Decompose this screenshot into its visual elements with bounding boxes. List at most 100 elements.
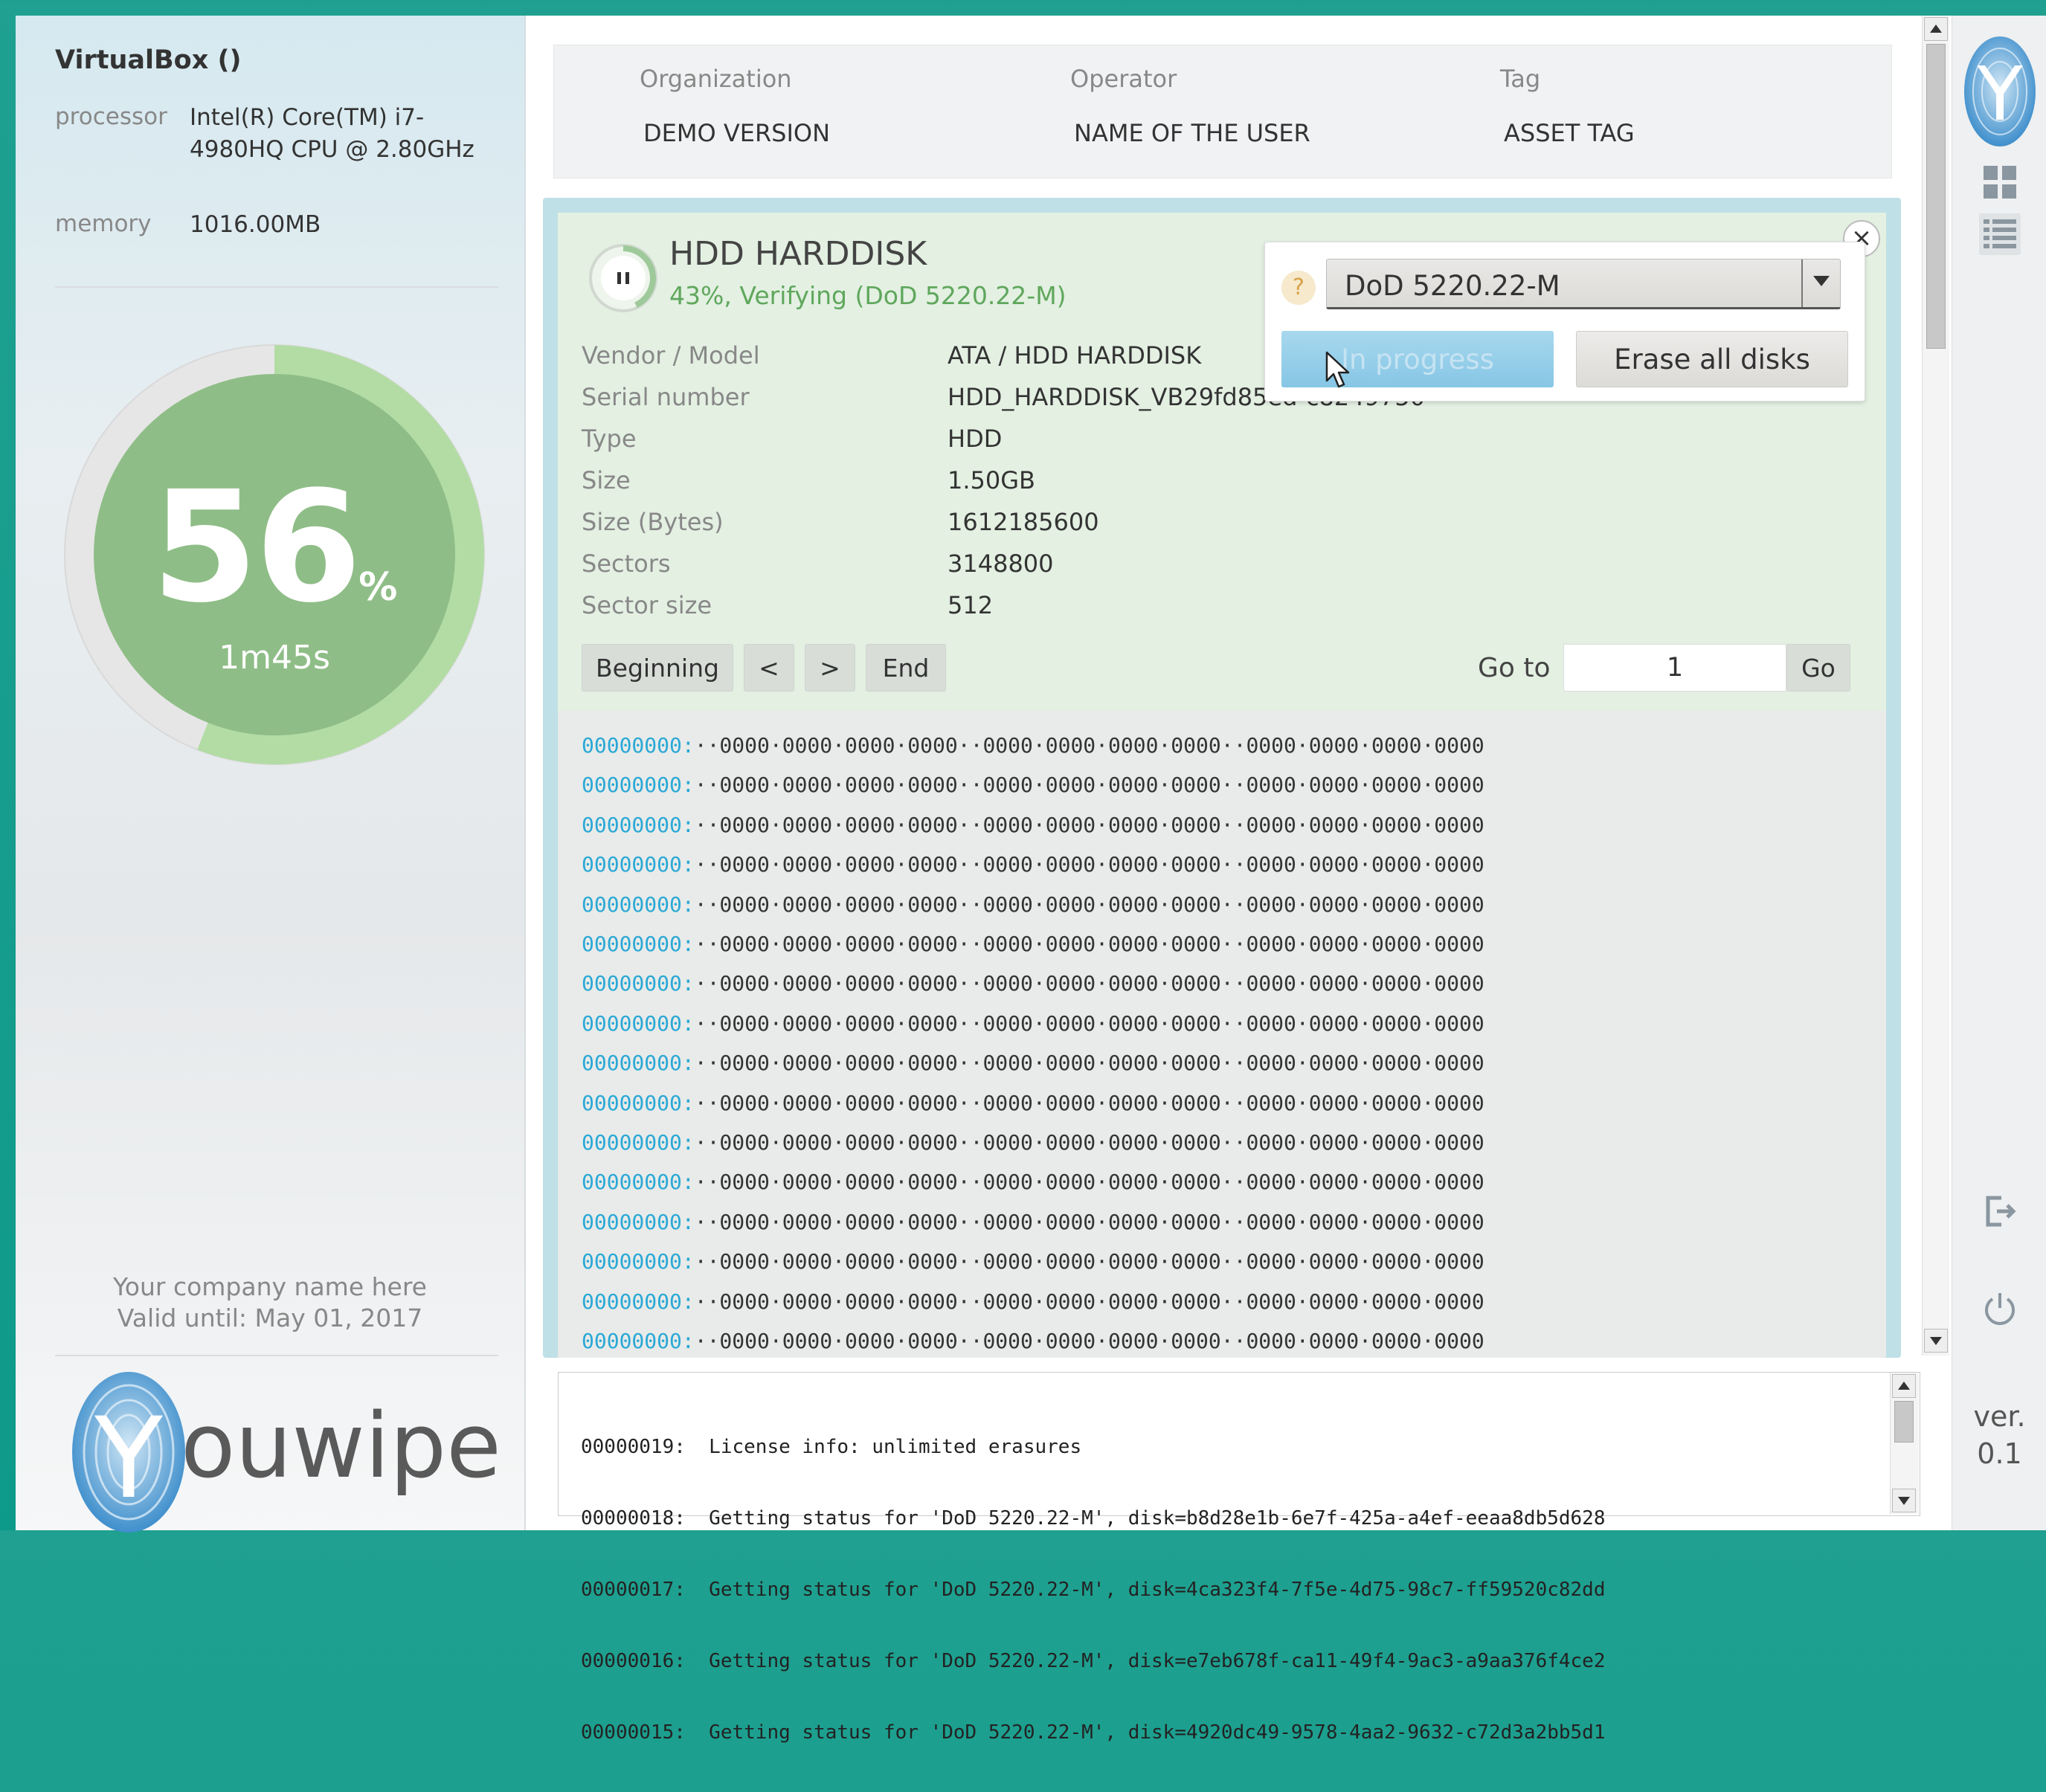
hex-data: ··0000·0000·0000·0000··0000·0000·0000·00… [694, 1170, 1484, 1195]
log-line: 00000018: Getting status for 'DoD 5220.2… [581, 1507, 1606, 1530]
hex-address: 00000000: [582, 1170, 695, 1195]
field-value: 3148800 [948, 549, 1054, 578]
overall-progress-gauge: 56% 1m45s [55, 335, 494, 774]
hex-data: ··0000·0000·0000·0000··0000·0000·0000·00… [694, 852, 1484, 877]
logout-icon[interactable] [1979, 1190, 2021, 1232]
hex-viewer: 00000000:··0000·0000·0000·0000··0000·000… [582, 726, 1484, 1358]
hex-address: 00000000: [582, 1011, 695, 1036]
memory-value: 1016.00MB [190, 211, 321, 238]
log-line: 00000016: Getting status for 'DoD 5220.2… [581, 1650, 1606, 1672]
pause-icon [617, 272, 621, 284]
system-title: VirtualBox () [55, 45, 242, 75]
hex-data: ··0000·0000·0000·0000··0000·0000·0000·00… [694, 733, 1484, 758]
hex-address: 00000000: [582, 733, 695, 758]
end-button[interactable]: End [866, 644, 946, 692]
log-line: 00000019: License info: unlimited erasur… [581, 1436, 1082, 1458]
go-button[interactable]: Go [1786, 644, 1850, 692]
hex-row: 00000000:··0000·0000·0000·0000··0000·000… [582, 885, 1484, 924]
hex-row: 00000000:··0000·0000·0000·0000··0000·000… [582, 1202, 1484, 1242]
hex-data: ··0000·0000·0000·0000··0000·0000·0000·00… [694, 1329, 1484, 1354]
scroll-down-icon[interactable] [1924, 1329, 1948, 1353]
right-sidebar: Y ver. 0.1 [1952, 16, 2046, 1530]
hex-data: ··0000·0000·0000·0000··0000·0000·0000·00… [694, 1090, 1484, 1115]
hex-row: 00000000:··0000·0000·0000·0000··0000·000… [582, 1242, 1484, 1281]
disk-name: HDD HARDDISK [669, 235, 927, 273]
field-value: 1.50GB [948, 466, 1035, 494]
hex-data: ··0000·0000·0000·0000··0000·0000·0000·00… [694, 773, 1484, 798]
next-button[interactable]: > [805, 644, 855, 692]
scroll-thumb[interactable] [1926, 44, 1946, 349]
hex-row: 00000000:··0000·0000·0000·0000··0000·000… [582, 964, 1484, 1003]
hex-row: 00000000:··0000·0000·0000·0000··0000·000… [582, 726, 1484, 765]
hex-row: 00000000:··0000·0000·0000·0000··0000·000… [582, 1123, 1484, 1162]
elapsed-time: 1m45s [219, 639, 330, 677]
erase-method-select[interactable]: DoD 5220.22-M [1326, 259, 1841, 309]
youwipe-fingerprint-icon[interactable]: Y [1961, 32, 2039, 151]
hex-data: ··0000·0000·0000·0000··0000·0000·0000·00… [694, 1011, 1484, 1036]
field-label: Size (Bytes) [582, 508, 724, 536]
memory-label: memory [55, 210, 152, 237]
hex-address: 00000000: [582, 932, 695, 957]
field-value: HDD [948, 425, 1003, 453]
previous-button[interactable]: < [744, 644, 794, 692]
scroll-thumb[interactable] [1894, 1401, 1914, 1443]
list-view-icon[interactable] [1979, 213, 2021, 255]
hex-address: 00000000: [582, 773, 695, 798]
tag-label: Tag [1500, 65, 1541, 93]
scroll-up-icon[interactable] [1924, 17, 1948, 41]
operator-value[interactable]: NAME OF THE USER [1074, 119, 1310, 147]
field-value: 512 [948, 591, 994, 619]
organization-value[interactable]: DEMO VERSION [643, 119, 830, 147]
field-label: Size [582, 466, 631, 494]
beginning-button[interactable]: Beginning [582, 644, 733, 692]
log-line: 00000015: Getting status for 'DoD 5220.2… [581, 1721, 1606, 1744]
hex-row: 00000000:··0000·0000·0000·0000··0000·000… [582, 765, 1484, 805]
hex-data: ··0000·0000·0000·0000··0000·0000·0000·00… [694, 1051, 1484, 1076]
hex-address: 00000000: [582, 971, 695, 996]
erase-all-disks-button[interactable]: Erase all disks [1576, 331, 1848, 387]
scroll-up-icon[interactable] [1892, 1374, 1916, 1398]
youwipe-logo: Y ouwipe [72, 1372, 501, 1532]
operator-label: Operator [1070, 65, 1177, 93]
hex-address: 00000000: [582, 892, 695, 917]
hex-row: 00000000:··0000·0000·0000·0000··0000·000… [582, 845, 1484, 884]
selected-method: DoD 5220.22-M [1345, 270, 1560, 302]
hex-row: 00000000:··0000·0000·0000·0000··0000·000… [582, 1321, 1484, 1358]
hex-data: ··0000·0000·0000·0000··0000·0000·0000·00… [694, 971, 1484, 996]
processor-value: Intel(R) Core(TM) i7-4980HQ CPU @ 2.80GH… [190, 104, 474, 163]
field-label: Vendor / Model [582, 341, 760, 370]
event-log: 00000019: License info: unlimited erasur… [558, 1372, 1920, 1744]
hex-address: 00000000: [582, 1051, 695, 1076]
license-validity: Valid until: May 01, 2017 [117, 1303, 423, 1332]
in-progress-button[interactable]: In progress [1281, 331, 1554, 387]
chevron-down-icon[interactable] [1801, 260, 1840, 307]
hex-address: 00000000: [582, 1329, 695, 1354]
svg-text:ouwipe: ouwipe [181, 1395, 501, 1498]
log-scrollbar[interactable] [1890, 1373, 1919, 1514]
hex-data: ··0000·0000·0000·0000··0000·0000·0000·00… [694, 1130, 1484, 1156]
grid-view-icon[interactable] [1979, 161, 2021, 203]
power-icon[interactable] [1979, 1287, 2021, 1329]
divider [55, 1355, 498, 1356]
version-number: 0.1 [1977, 1437, 2022, 1470]
hex-data: ··0000·0000·0000·0000··0000·0000·0000·00… [694, 892, 1484, 917]
hex-address: 00000000: [582, 1249, 695, 1274]
hex-row: 00000000:··0000·0000·0000·0000··0000·000… [582, 1004, 1484, 1043]
tag-value[interactable]: ASSET TAG [1504, 119, 1635, 147]
disk-pause-button[interactable] [588, 242, 659, 314]
disk-status: 43%, Verifying (DoD 5220.22-M) [669, 281, 1067, 310]
svg-text:Y: Y [94, 1394, 163, 1524]
main-scrollbar[interactable] [1922, 16, 1949, 1356]
hex-row: 00000000:··0000·0000·0000·0000··0000·000… [582, 1043, 1484, 1083]
field-label: Type [582, 425, 637, 453]
hex-data: ··0000·0000·0000·0000··0000·0000·0000·00… [694, 932, 1484, 957]
progress-percent: 56% [151, 458, 398, 636]
field-label: Sectors [582, 549, 671, 578]
goto-label: Go to [1478, 653, 1551, 683]
field-value: 1612185600 [948, 508, 1099, 536]
version-label: ver. [1973, 1400, 2026, 1433]
hex-row: 00000000:··0000·0000·0000·0000··0000·000… [582, 1162, 1484, 1202]
goto-sector-input[interactable]: 1 [1563, 644, 1786, 692]
scroll-down-icon[interactable] [1892, 1489, 1916, 1512]
help-icon[interactable]: ? [1281, 271, 1316, 305]
